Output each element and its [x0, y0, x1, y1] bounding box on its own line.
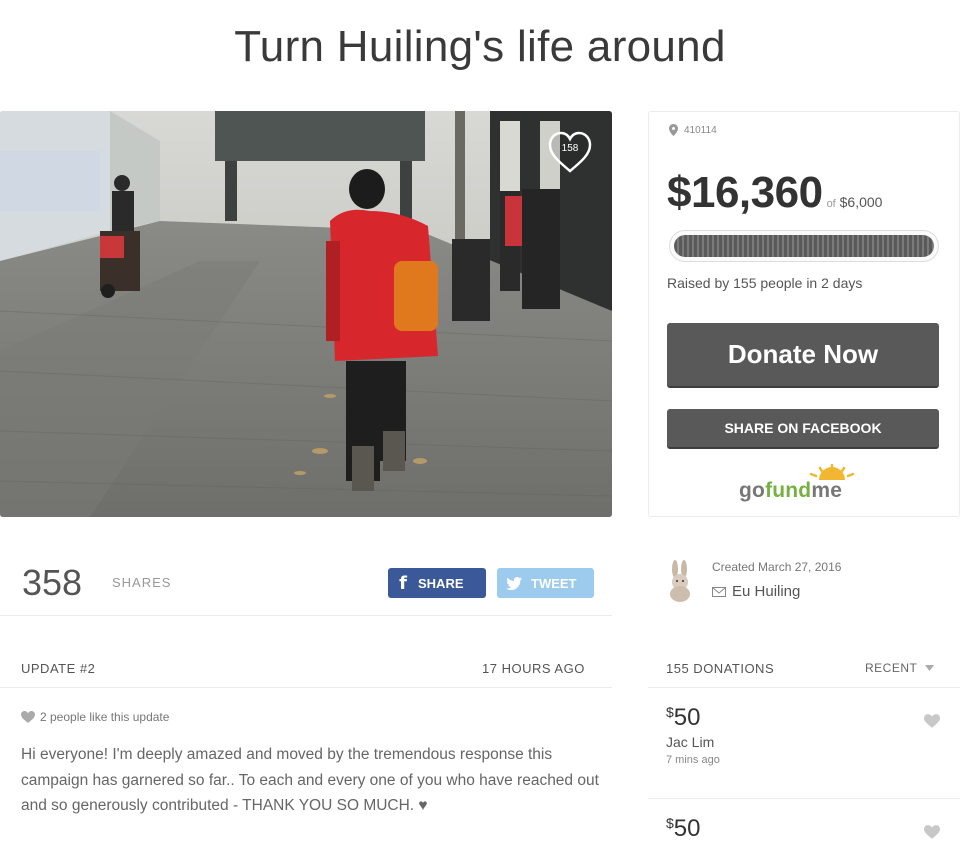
bunny-avatar-icon [670, 560, 690, 602]
update-likes[interactable]: 2 people like this update [21, 710, 169, 724]
divider [648, 798, 960, 799]
update-title: UPDATE #2 [21, 661, 96, 676]
update-time: 17 HOURS AGO [482, 661, 585, 676]
avatar[interactable] [664, 560, 696, 602]
location-zip: 410114 [684, 124, 717, 136]
donation-item: $50 [666, 815, 946, 843]
progress-fill [674, 235, 934, 257]
donation-time: 7 mins ago [666, 754, 720, 766]
divider [0, 615, 612, 616]
location-pin-icon [669, 124, 678, 136]
gofundme-logo[interactable]: gofundme [739, 464, 869, 504]
tweet-label: TWEET [531, 575, 577, 591]
amount-raised-value: $16,360 [667, 168, 823, 217]
donations-count: 155 DONATIONS [666, 661, 775, 676]
divider [0, 687, 612, 688]
heart-icon [21, 711, 35, 723]
heart-icon[interactable] [924, 714, 940, 728]
facebook-share-button[interactable]: f SHARE [388, 568, 486, 598]
shares-label: SHARES [112, 575, 172, 590]
goal-amount: of $6,000 [827, 194, 883, 210]
donation-item: $50 Jac Lim 7 mins ago [666, 704, 946, 766]
organizer[interactable]: Eu Huiling [712, 583, 800, 600]
chevron-down-icon [925, 665, 935, 671]
photo-like-count: 158 [561, 143, 579, 154]
donation-amount: $50 [666, 704, 946, 732]
campaign-photo[interactable] [0, 111, 612, 517]
donation-amount: $50 [666, 815, 946, 843]
organizer-name: Eu Huiling [732, 583, 801, 600]
donor-name: Jac Lim [666, 734, 715, 750]
amount-raised: $16,360 of $6,000 [667, 168, 882, 218]
heart-icon[interactable] [924, 825, 940, 839]
campaign-title: Turn Huiling's life around [234, 22, 726, 71]
donation-currency: $ [666, 815, 674, 831]
donation-currency: $ [666, 704, 674, 720]
campaign-photo-image [0, 111, 612, 517]
logo-part-fund: fund [765, 479, 812, 502]
photo-like-badge[interactable]: 158 [548, 131, 592, 175]
divider [648, 687, 960, 688]
donation-amount-value: 50 [673, 815, 701, 842]
logo-part-go: go [739, 479, 766, 502]
location: 410114 [669, 124, 717, 136]
donation-panel: 410114 $16,360 of $6,000 Raised by 155 p… [648, 111, 960, 517]
donations-sort-dropdown[interactable]: RECENT [865, 661, 935, 675]
update-likes-text: 2 people like this update [40, 710, 170, 724]
donations-sort-label: RECENT [865, 661, 918, 675]
raised-by-text: Raised by 155 people in 2 days [667, 275, 863, 291]
shares-count: 358 [22, 562, 83, 603]
donation-amount-value: 50 [673, 704, 701, 731]
facebook-share-label: SHARE [418, 575, 464, 591]
logo-part-me: me [811, 479, 843, 502]
twitter-bird-icon [497, 576, 531, 590]
created-date: Created March 27, 2016 [712, 560, 842, 574]
tweet-button[interactable]: TWEET [497, 568, 594, 598]
facebook-icon: f [399, 572, 407, 594]
envelope-icon [712, 586, 726, 597]
share-on-facebook-button[interactable]: SHARE ON FACEBOOK [667, 409, 939, 449]
progress-bar [669, 230, 939, 262]
donate-now-button[interactable]: Donate Now [667, 323, 939, 388]
goal-value: $6,000 [839, 194, 883, 210]
goal-prefix: of [826, 198, 836, 210]
update-body: Hi everyone! I'm deeply amazed and moved… [21, 746, 599, 814]
